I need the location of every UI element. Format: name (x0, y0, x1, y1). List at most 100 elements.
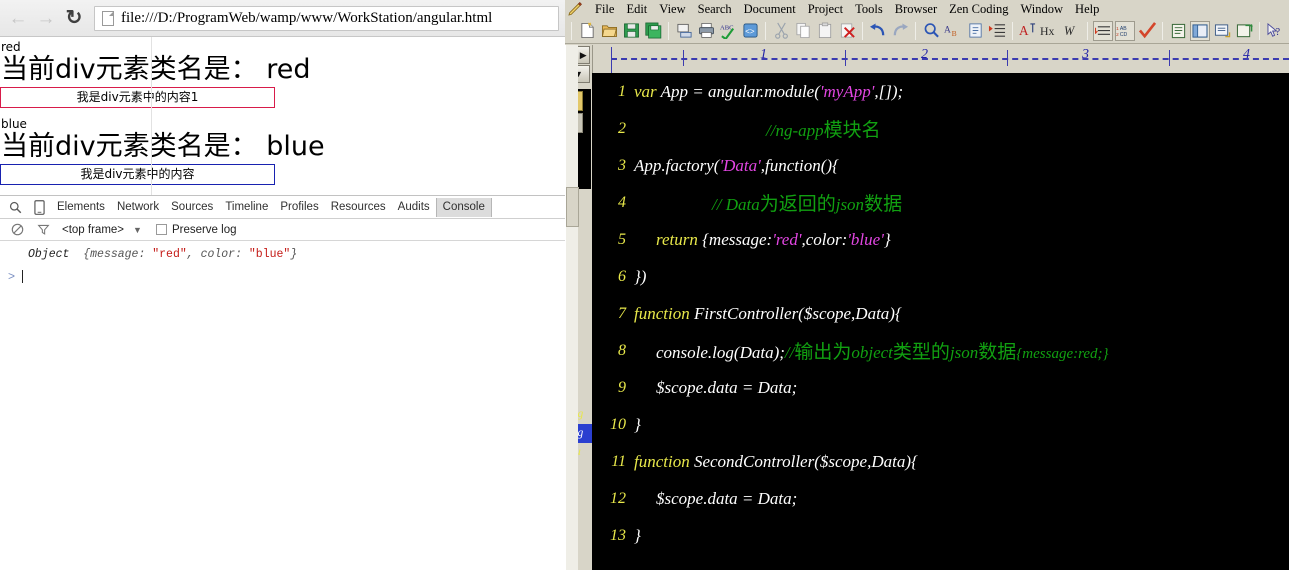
line-text: // Data为返回的json数据 (634, 189, 902, 216)
code-line[interactable]: 11 function SecondController($scope,Data… (592, 443, 1289, 480)
heading-red: 当前div元素类名是： red (1, 54, 311, 85)
code-line[interactable]: 10 } (592, 406, 1289, 443)
line-number: 4 (618, 193, 626, 211)
code-line[interactable]: 12 $scope.data = Data; (592, 480, 1289, 517)
code-line[interactable]: 2 //ng-app模块名 (592, 110, 1289, 147)
menu-zen-coding[interactable]: Zen Coding (943, 2, 1014, 17)
goto-icon[interactable] (965, 21, 985, 41)
undo-icon[interactable] (868, 21, 888, 41)
sort-icon[interactable]: 1 AB 2 CD (1115, 20, 1135, 41)
panel-icon[interactable] (1168, 21, 1188, 41)
line-number: 2 (618, 119, 626, 137)
tab-timeline[interactable]: Timeline (219, 198, 274, 217)
code-line[interactable]: 5 return {message:'red',color:'blue'} (592, 221, 1289, 258)
console-prompt-row[interactable]: > (0, 268, 565, 284)
redo-icon[interactable] (890, 21, 910, 41)
tab-elements[interactable]: Elements (51, 198, 111, 217)
menu-window[interactable]: Window (1014, 2, 1069, 17)
tab-console[interactable]: Console (435, 197, 492, 217)
hex-icon[interactable]: Hx (1040, 21, 1060, 41)
new-file-icon[interactable] (577, 21, 597, 41)
font-icon[interactable]: A (1018, 21, 1038, 41)
address-bar[interactable]: file:///D:/ProgramWeb/wamp/www/WorkStati… (94, 5, 559, 31)
save-icon[interactable] (621, 21, 641, 41)
spellcheck-icon[interactable]: ABC (718, 21, 738, 41)
menu-document[interactable]: Document (738, 2, 802, 17)
content-box-red: 我是div元素中的内容1 (0, 87, 275, 108)
tab-profiles[interactable]: Profiles (274, 198, 324, 217)
page-divider (151, 37, 152, 195)
ruler-number-4: 4 (1243, 47, 1250, 62)
code-line[interactable]: 6 }) (592, 258, 1289, 295)
open-folder-icon[interactable] (599, 21, 619, 41)
menu-search[interactable]: Search (692, 2, 738, 17)
code-line[interactable]: 4 // Data为返回的json数据 (592, 184, 1289, 221)
tab-audits[interactable]: Audits (392, 198, 436, 217)
console-value-message: "red" (152, 248, 187, 261)
scrollbar-thumb[interactable] (566, 187, 579, 227)
preview-icon[interactable] (674, 21, 694, 41)
preserve-log-label: Preserve log (171, 223, 237, 236)
menu-view[interactable]: View (653, 2, 691, 17)
frame-selector[interactable]: <top frame> (62, 224, 124, 236)
back-button[interactable]: ← (4, 4, 32, 32)
clear-console-icon[interactable] (4, 220, 30, 240)
ruler-tick (683, 50, 684, 66)
page-document-icon (102, 10, 114, 26)
output-icon[interactable] (1212, 21, 1232, 41)
menu-tools[interactable]: Tools (849, 2, 889, 17)
class-label-blue: blue (1, 117, 27, 131)
cut-icon[interactable] (771, 21, 791, 41)
ruler-number-3: 3 (1082, 47, 1089, 62)
menu-help[interactable]: Help (1069, 2, 1105, 17)
inspect-element-icon[interactable] (3, 197, 27, 218)
token-comment: // Data (712, 195, 760, 214)
run-icon[interactable] (1234, 21, 1254, 41)
menu-browser[interactable]: Browser (889, 2, 943, 17)
paste-icon[interactable] (815, 21, 835, 41)
code-area[interactable]: 1 var App = angular.module('myApp',[]); … (592, 73, 1289, 570)
forward-button[interactable]: → (32, 4, 60, 32)
copy-icon[interactable] (793, 21, 813, 41)
tab-network[interactable]: Network (111, 198, 165, 217)
code-line[interactable]: 3 App.factory('Data',function(){ (592, 147, 1289, 184)
console-log-row[interactable]: Object {message: "red", color: "blue"} (0, 247, 565, 263)
save-all-icon[interactable] (643, 21, 663, 41)
delete-icon[interactable] (837, 21, 857, 41)
chevron-down-icon[interactable]: ▼ (133, 225, 142, 235)
tab-resources[interactable]: Resources (325, 198, 392, 217)
editor-vertical-scrollbar[interactable] (565, 45, 579, 570)
device-toolbar-icon[interactable] (27, 197, 51, 218)
explorer-icon[interactable] (1190, 20, 1210, 41)
code-line[interactable]: 13 } (592, 517, 1289, 554)
preserve-log-checkbox[interactable] (155, 224, 167, 235)
replace-icon[interactable]: AB (943, 21, 963, 41)
menu-edit[interactable]: Edit (620, 2, 653, 17)
line-text: return {message:'red',color:'blue'} (634, 230, 891, 250)
toolbar-separator (571, 21, 572, 40)
print-icon[interactable] (696, 21, 716, 41)
source-icon[interactable]: <> (740, 21, 760, 41)
svg-text:W: W (1064, 24, 1076, 38)
menu-project[interactable]: Project (802, 2, 849, 17)
indent-icon[interactable] (987, 21, 1007, 41)
reload-button[interactable]: ↻ (60, 4, 88, 32)
filter-icon[interactable] (30, 220, 56, 240)
code-line[interactable]: 1 var App = angular.module('myApp',[]); (592, 73, 1289, 110)
line-number: 3 (618, 156, 626, 174)
menu-file[interactable]: File (589, 2, 620, 17)
svg-text:2: 2 (1116, 32, 1119, 37)
code-line[interactable]: 7 function FirstController($scope,Data){ (592, 295, 1289, 332)
token-comment: json (835, 195, 865, 214)
tab-sources[interactable]: Sources (165, 198, 219, 217)
code-line[interactable]: 8 console.log(Data);//输出为object类型的json数据… (592, 332, 1289, 369)
wrap-icon[interactable]: W (1062, 21, 1082, 41)
line-text: } (634, 414, 641, 434)
check-icon[interactable] (1137, 21, 1157, 41)
class-label-red: red (1, 40, 21, 54)
help-pointer-icon[interactable]: ? (1265, 21, 1285, 41)
align-icon[interactable] (1093, 20, 1113, 41)
find-icon[interactable] (921, 21, 941, 41)
line-text: $scope.data = Data; (634, 378, 797, 398)
code-line[interactable]: 9 $scope.data = Data; (592, 369, 1289, 406)
